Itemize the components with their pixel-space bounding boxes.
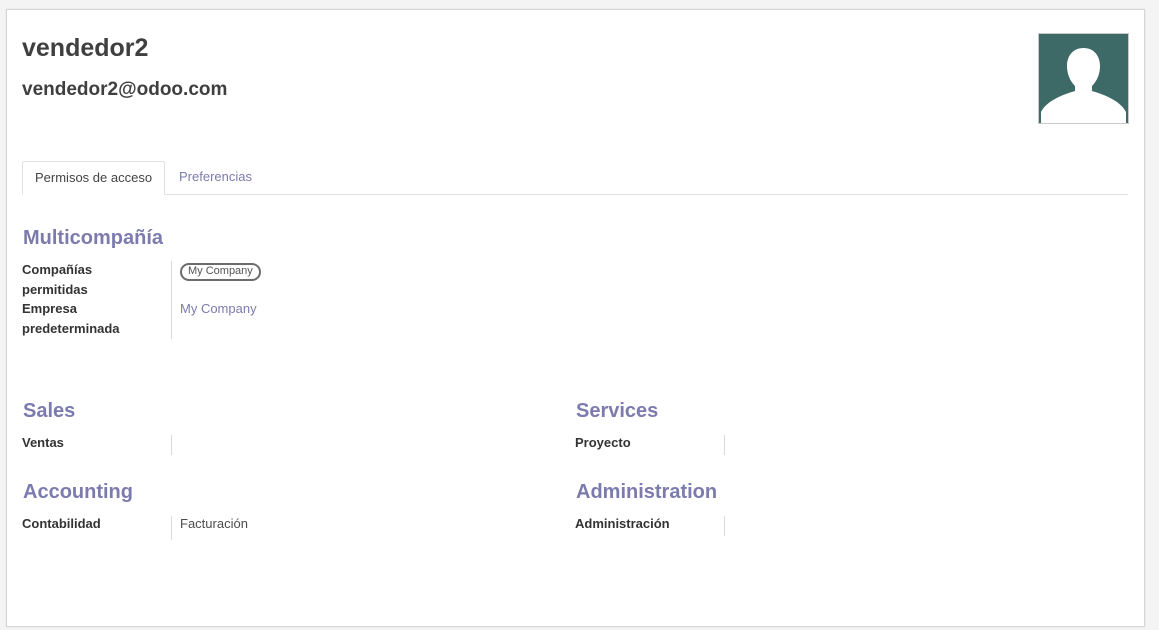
administration-field-label: Administración — [575, 516, 670, 531]
person-silhouette-icon — [1039, 34, 1128, 123]
user-form-sheet: vendedor2 vendedor2@odoo.com Permisos de… — [6, 9, 1145, 627]
default-company-label-line2: predeterminada — [22, 321, 120, 336]
user-avatar[interactable] — [1038, 33, 1129, 124]
field-divider — [724, 516, 725, 536]
administration-field-value[interactable] — [733, 514, 933, 534]
tab-access-rights[interactable]: Permisos de acceso — [22, 161, 166, 195]
allowed-companies-label-line1: Compañías — [22, 262, 93, 277]
sales-field-label: Ventas — [22, 435, 64, 450]
sales-field-value[interactable] — [180, 433, 380, 453]
field-divider — [171, 435, 172, 455]
section-title-multicompany: Multicompañía — [23, 227, 164, 249]
section-title-administration: Administration — [576, 481, 718, 503]
default-company-label: Empresa predeterminada — [22, 299, 120, 339]
allowed-companies-label-line2: permitidas — [22, 282, 88, 297]
allowed-company-tag[interactable]: My Company — [180, 263, 261, 281]
section-title-sales: Sales — [23, 400, 76, 422]
accounting-field-label: Contabilidad — [22, 516, 101, 531]
field-divider — [171, 261, 172, 339]
tab-preferences[interactable]: Preferencias — [167, 161, 264, 193]
field-divider — [171, 516, 172, 540]
default-company-label-line1: Empresa — [22, 301, 77, 316]
user-name[interactable]: vendedor2 — [22, 34, 148, 63]
section-title-accounting: Accounting — [23, 481, 133, 503]
accounting-field-value[interactable]: Facturación — [180, 514, 248, 534]
section-title-services: Services — [576, 400, 659, 422]
user-email[interactable]: vendedor2@odoo.com — [22, 79, 227, 101]
default-company-link[interactable]: My Company — [180, 299, 257, 319]
services-field-label: Proyecto — [575, 435, 631, 450]
services-field-value[interactable] — [733, 433, 933, 453]
form-tabs: Permisos de acceso Preferencias — [22, 161, 1128, 195]
allowed-companies-label: Compañías permitidas — [22, 260, 92, 300]
field-divider — [724, 435, 725, 455]
